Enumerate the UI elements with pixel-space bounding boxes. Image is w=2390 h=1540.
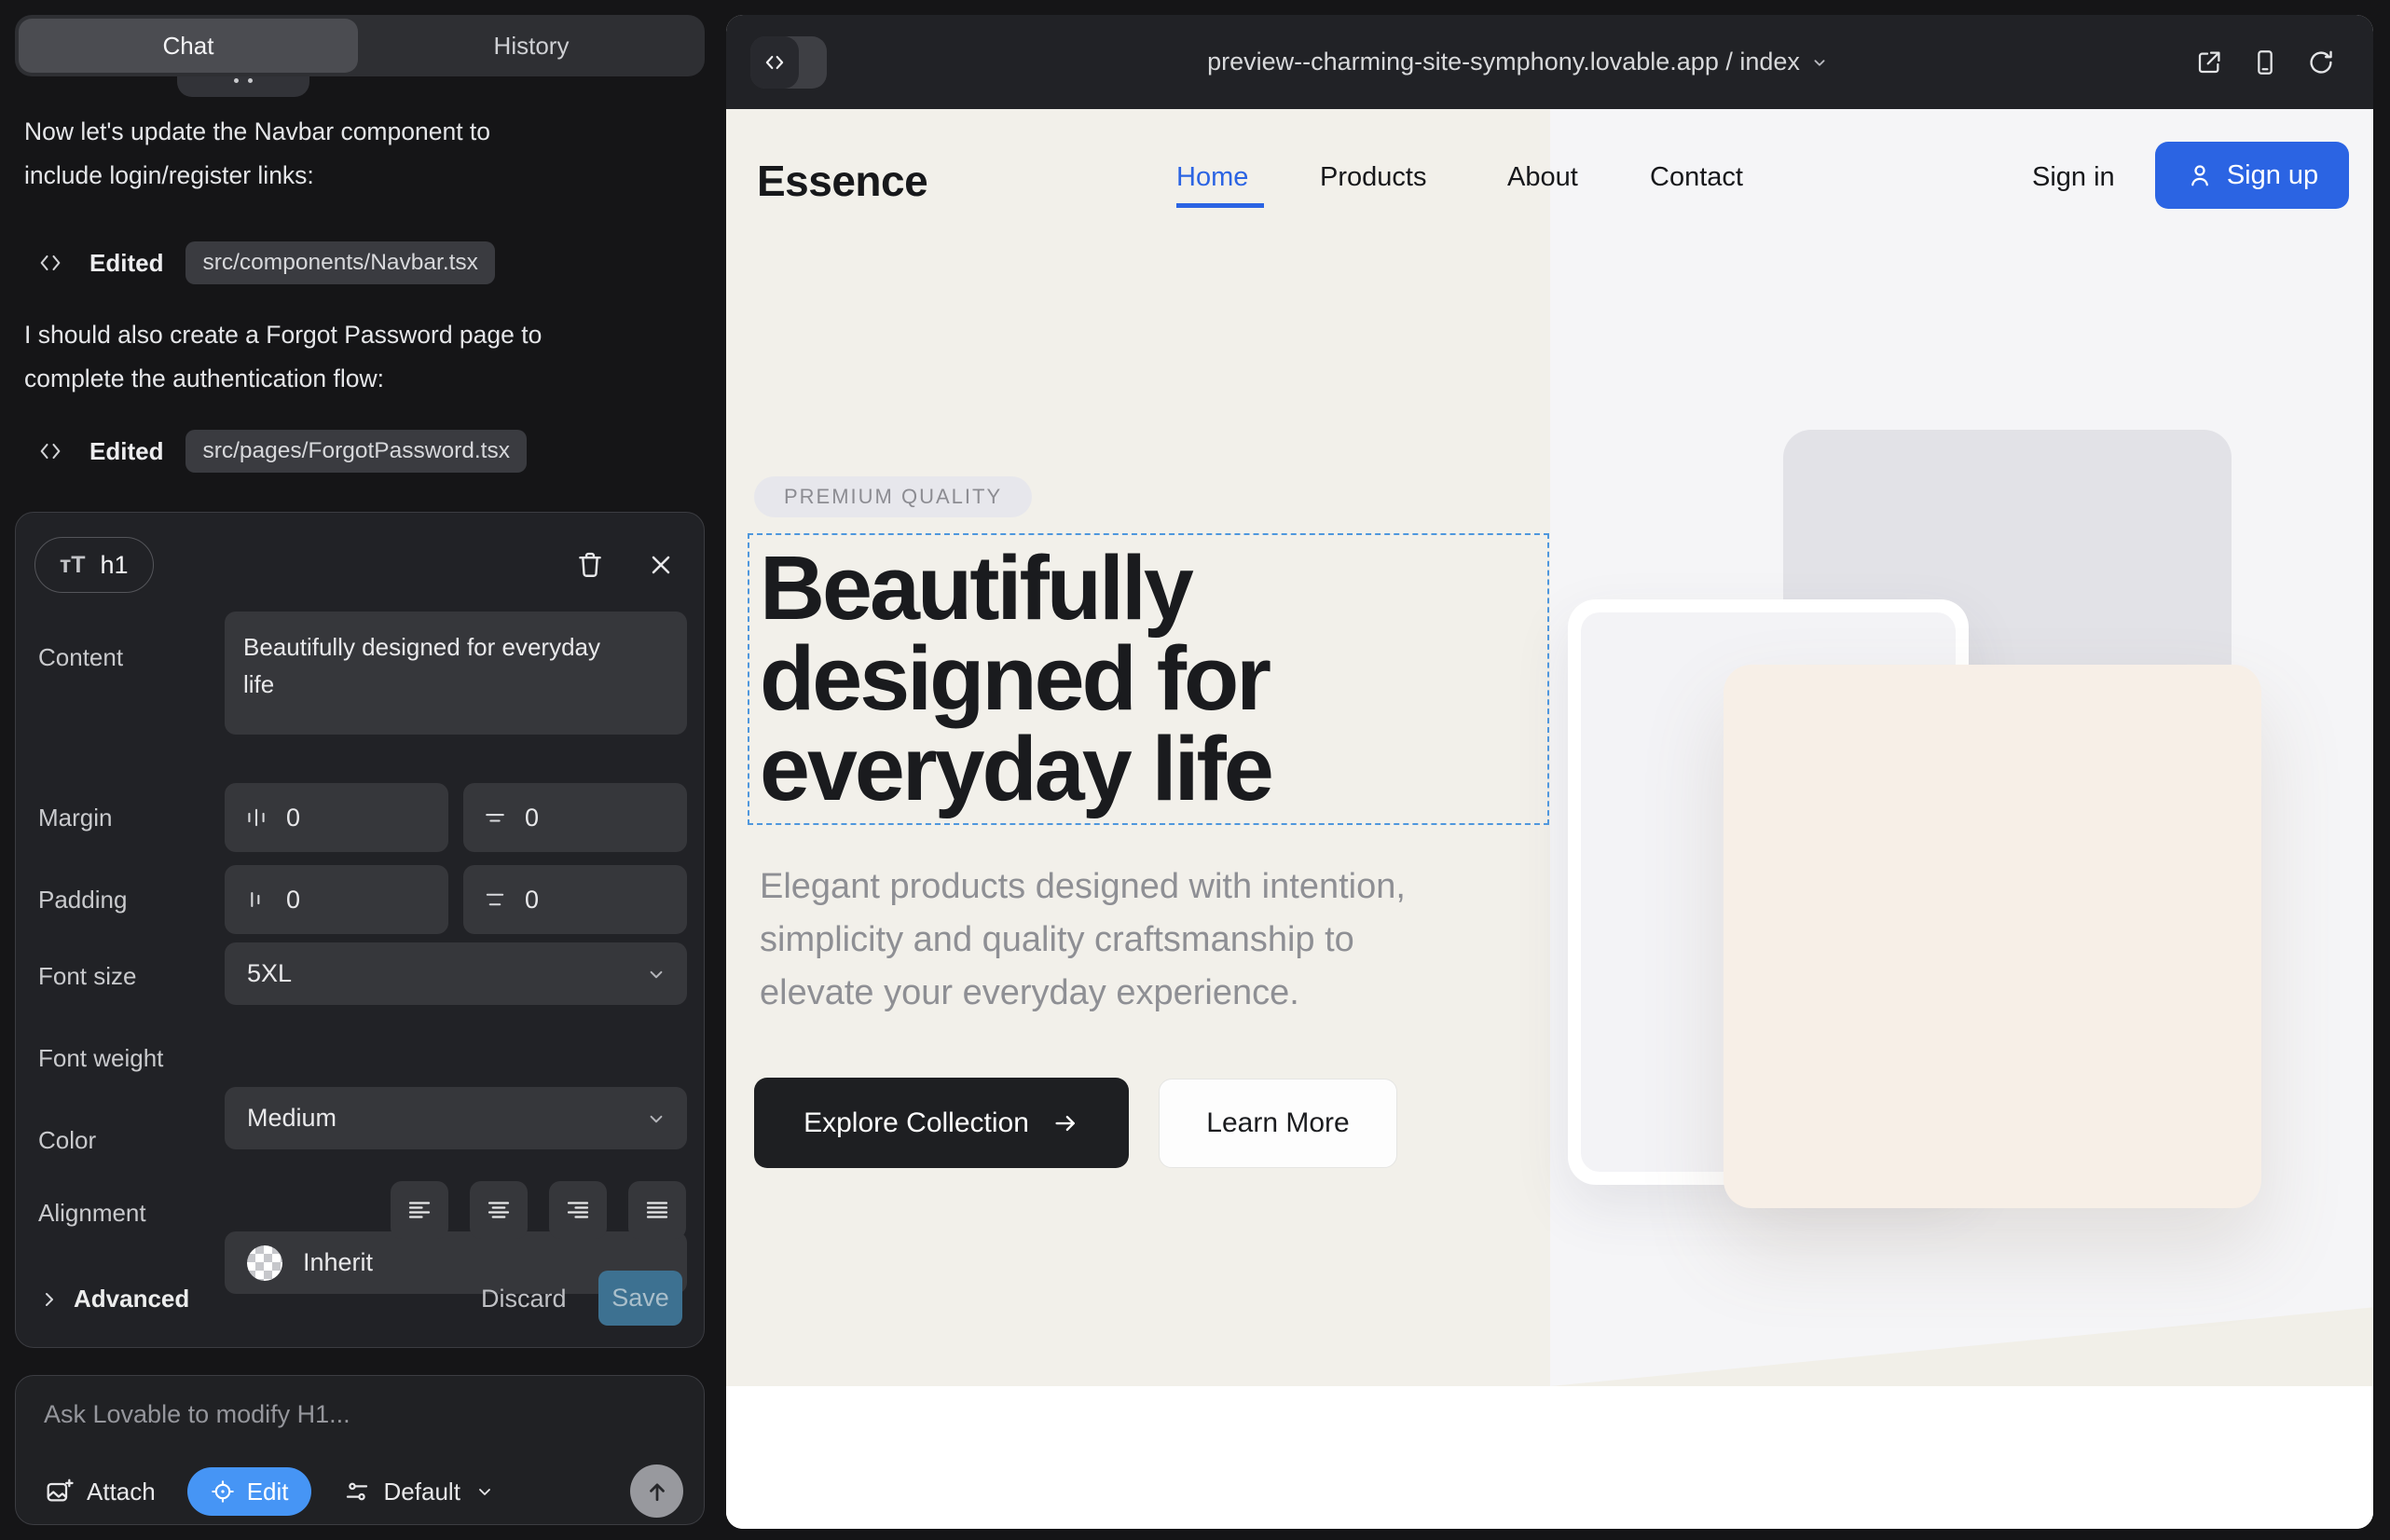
composer-input[interactable]: Ask Lovable to modify H1... xyxy=(44,1400,350,1429)
chat-composer: Ask Lovable to modify H1... Attach Edit … xyxy=(15,1375,705,1525)
element-tag-label: h1 xyxy=(101,551,129,580)
margin-label: Margin xyxy=(38,804,112,832)
bottom-white-strip xyxy=(726,1386,2373,1529)
element-editor-panel: тT h1 Content Beautifully designed for e… xyxy=(15,512,705,1348)
nav-home[interactable]: Home xyxy=(1176,162,1248,193)
chevron-down-icon xyxy=(1809,52,1830,73)
discard-button[interactable]: Discard xyxy=(481,1285,567,1313)
font-size-label: Font size xyxy=(38,962,137,991)
model-default-selector[interactable]: Default xyxy=(343,1478,496,1506)
align-right-button[interactable] xyxy=(549,1181,607,1239)
chrome-actions xyxy=(2194,15,2336,109)
advanced-toggle[interactable]: Advanced xyxy=(38,1285,189,1313)
font-weight-label: Font weight xyxy=(38,1044,163,1073)
edit-mode-button[interactable]: Edit xyxy=(187,1467,311,1516)
premium-badge: PREMIUM QUALITY xyxy=(754,476,1032,517)
code-icon xyxy=(37,438,63,464)
composer-toolbar: Attach Edit Default xyxy=(16,1465,706,1518)
attach-image-icon xyxy=(44,1477,74,1506)
sign-up-button[interactable]: Sign up xyxy=(2155,142,2349,209)
close-editor-button[interactable] xyxy=(642,546,680,584)
align-left-icon xyxy=(405,1196,433,1224)
margin-y-icon xyxy=(482,804,508,831)
color-label: Color xyxy=(38,1126,96,1155)
align-justify-button[interactable] xyxy=(628,1181,686,1239)
chevron-down-icon xyxy=(644,1107,668,1131)
hero-paragraph: Elegant products designed with intention… xyxy=(760,860,1406,1020)
app: Chat History Now let's update the Navbar… xyxy=(0,0,2390,1540)
refresh-button[interactable] xyxy=(2306,48,2336,77)
content-input[interactable]: Beautifully designed for everyday life xyxy=(225,612,687,735)
padding-y-input[interactable]: 0 xyxy=(463,865,687,934)
explore-collection-button[interactable]: Explore Collection xyxy=(754,1078,1129,1168)
clipped-message-bubble xyxy=(177,76,309,97)
sign-in-link[interactable]: Sign in xyxy=(2032,162,2115,193)
open-external-button[interactable] xyxy=(2194,48,2224,77)
chevron-down-icon xyxy=(644,962,668,986)
chat-message: I should also create a Forgot Password p… xyxy=(24,313,688,401)
tab-chat[interactable]: Chat xyxy=(19,19,358,73)
nav-about[interactable]: About xyxy=(1507,162,1578,193)
transparency-swatch xyxy=(247,1245,282,1281)
align-left-button[interactable] xyxy=(391,1181,448,1239)
arrow-up-icon xyxy=(643,1478,671,1506)
nav-products[interactable]: Products xyxy=(1320,162,1426,193)
align-right-icon xyxy=(564,1196,592,1224)
nav-home-underline xyxy=(1176,203,1264,208)
close-icon xyxy=(646,550,676,580)
delete-element-button[interactable] xyxy=(571,546,609,584)
user-icon xyxy=(2186,161,2214,189)
site-viewport: Essence Home Products About Contact Sign… xyxy=(726,109,2373,1529)
chat-message: Now let's update the Navbar component to… xyxy=(24,110,688,198)
selected-element-tag: тT h1 xyxy=(34,537,154,593)
attach-button[interactable]: Attach xyxy=(44,1477,156,1506)
nav-contact[interactable]: Contact xyxy=(1650,162,1743,193)
edited-file-row[interactable]: Edited src/pages/ForgotPassword.tsx xyxy=(37,429,527,474)
file-pill[interactable]: src/pages/ForgotPassword.tsx xyxy=(185,430,527,473)
content-label: Content xyxy=(38,643,123,672)
edited-label: Edited xyxy=(89,249,163,278)
chevron-down-icon xyxy=(474,1480,496,1503)
font-weight-select[interactable]: Medium xyxy=(225,1087,687,1149)
chat-history-tabbar: Chat History xyxy=(15,15,705,76)
send-button[interactable] xyxy=(630,1464,683,1518)
tab-chat-label: Chat xyxy=(163,32,214,61)
padding-y-icon xyxy=(482,887,508,913)
tab-history-label: History xyxy=(494,32,570,61)
edited-label: Edited xyxy=(89,437,163,466)
preview-panel: preview--charming-site-symphony.lovable.… xyxy=(726,15,2373,1529)
browser-chrome: preview--charming-site-symphony.lovable.… xyxy=(726,15,2373,109)
font-size-select[interactable]: 5XL xyxy=(225,942,687,1005)
padding-x-icon xyxy=(243,887,269,913)
sliders-icon xyxy=(343,1478,371,1506)
arrow-right-icon xyxy=(1051,1109,1079,1137)
hero-heading[interactable]: Beautifully designed for everyday life xyxy=(760,543,1271,814)
align-center-icon xyxy=(485,1196,513,1224)
typography-icon: тT xyxy=(60,552,86,579)
margin-x-icon xyxy=(243,804,269,831)
align-center-button[interactable] xyxy=(470,1181,528,1239)
trash-icon xyxy=(574,549,606,581)
tab-history[interactable]: History xyxy=(358,15,705,76)
edited-file-row[interactable]: Edited src/components/Navbar.tsx xyxy=(37,241,495,285)
url-bar[interactable]: preview--charming-site-symphony.lovable.… xyxy=(726,15,2311,109)
padding-x-input[interactable]: 0 xyxy=(225,865,448,934)
file-pill[interactable]: src/components/Navbar.tsx xyxy=(185,241,494,284)
alignment-label: Alignment xyxy=(38,1199,146,1228)
chevron-right-icon xyxy=(38,1288,61,1311)
site-logo[interactable]: Essence xyxy=(757,156,927,206)
learn-more-button[interactable]: Learn More xyxy=(1159,1079,1397,1168)
margin-y-input[interactable]: 0 xyxy=(463,783,687,852)
mobile-view-button[interactable] xyxy=(2250,48,2280,77)
url-text: preview--charming-site-symphony.lovable.… xyxy=(1207,48,1800,76)
decor-card-cream xyxy=(1724,665,2261,1208)
align-justify-icon xyxy=(643,1196,671,1224)
code-icon xyxy=(37,250,63,276)
margin-x-input[interactable]: 0 xyxy=(225,783,448,852)
target-icon xyxy=(210,1478,236,1505)
padding-label: Padding xyxy=(38,886,127,914)
save-button[interactable]: Save xyxy=(598,1271,682,1326)
